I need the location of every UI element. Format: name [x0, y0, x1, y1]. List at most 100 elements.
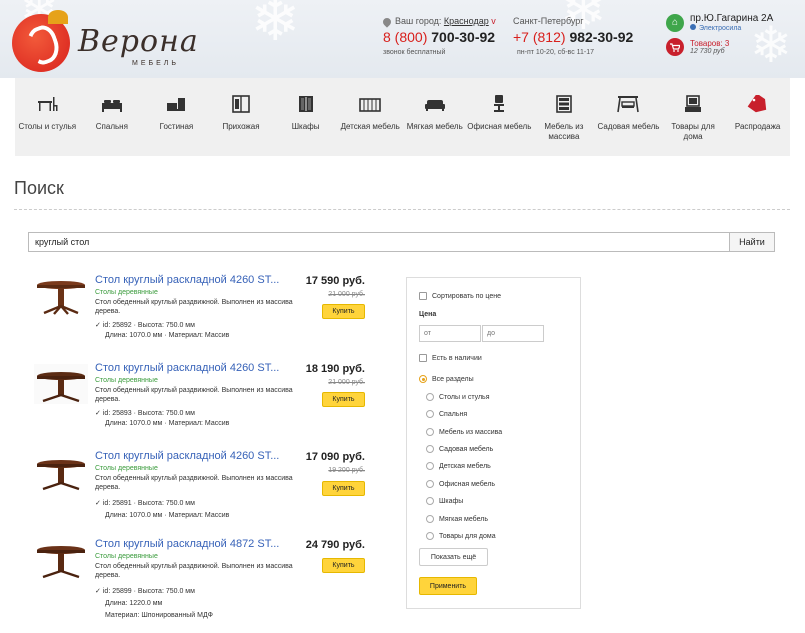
product-specs: Длина: 1070.0 мм · Материал: Массив [105, 420, 230, 427]
section-radio[interactable]: Шкафы [426, 497, 463, 505]
product-old-price: 19 200 руб. [328, 467, 365, 474]
product-title-link[interactable]: Стол круглый раскладной 4260 ST... [95, 450, 279, 462]
bed-icon [101, 100, 122, 112]
price-to-input[interactable] [482, 325, 544, 342]
product-specs: ✓ id: 25899 · Высота: 750.0 мм [95, 588, 195, 595]
city-selector: Ваш город: Краснодар v [381, 15, 496, 28]
nav-item-hallway[interactable]: Прихожая [209, 78, 274, 156]
check-icon: ✓ [95, 500, 101, 507]
cart-summary[interactable]: Товаров: 3 12 730 руб [666, 38, 773, 56]
radio[interactable] [426, 532, 434, 540]
radio[interactable] [426, 428, 434, 436]
nav-item-cabinets[interactable]: Шкафы [273, 78, 338, 156]
section-radio[interactable]: Детская мебель [426, 462, 491, 470]
nav-item-tables-chairs[interactable]: Столы и стулья [15, 78, 80, 156]
nav-item-sale[interactable]: Распродажа [725, 78, 790, 156]
apply-filter-button[interactable]: Применить [419, 577, 477, 595]
metro-icon [690, 24, 696, 30]
show-more-button[interactable]: Показать ещё [419, 548, 488, 566]
section-radio[interactable]: Офисная мебель [426, 480, 495, 488]
nav-item-office[interactable]: Офисная мебель [467, 78, 532, 156]
price-from-input[interactable] [419, 325, 481, 342]
logo-santa-hat [48, 10, 68, 24]
product-specs: ✓ id: 25893 · Высота: 750.0 мм [95, 410, 195, 417]
product-category[interactable]: Столы деревянные [95, 465, 158, 472]
section-radio[interactable]: Мягкая мебель [426, 515, 488, 523]
phone-block-spb: Санкт-Петербург +7 (812) 982-30-92 пн-пт… [513, 16, 633, 56]
product-old-price: 21 000 руб. [328, 291, 365, 298]
section-radio[interactable]: Столы и стулья [426, 393, 490, 401]
buy-button[interactable]: Купить [322, 392, 365, 407]
radio[interactable] [426, 480, 434, 488]
product-description: Стол обеденный круглый раздвижной. Выпол… [95, 475, 293, 491]
section-radio[interactable]: Спальня [426, 410, 467, 418]
product-image[interactable] [34, 364, 88, 404]
section-radio[interactable]: Товары для дома [426, 532, 496, 540]
city-link[interactable]: Краснодар [444, 16, 489, 26]
radio[interactable] [426, 445, 434, 453]
phone-spb[interactable]: +7 (812) 982-30-92 [513, 29, 633, 45]
product-image[interactable] [34, 276, 88, 316]
nav-item-solid-wood[interactable]: Мебель из массива [532, 78, 597, 156]
garden-swing-icon [617, 96, 640, 113]
search-result-item: Стол круглый раскладной 4260 ST... Столы… [30, 274, 370, 354]
product-description: Стол обеденный круглый раздвижной. Выпол… [95, 563, 293, 579]
product-category[interactable]: Столы деревянные [95, 377, 158, 384]
radio[interactable] [426, 462, 434, 470]
search-result-item: Стол круглый раскладной 4260 ST... Столы… [30, 450, 370, 530]
phone-federal[interactable]: 8 (800) 700-30-92 [383, 29, 496, 45]
nav-item-soft[interactable]: Мягкая мебель [402, 78, 467, 156]
product-price: 18 190 руб. [305, 363, 365, 375]
search-button[interactable]: Найти [729, 232, 775, 252]
cart-icon [666, 38, 684, 56]
home-goods-icon [685, 95, 702, 112]
couch-icon [424, 100, 445, 111]
phone-block-moscow: Ваш город: Краснодар v 8 (800) 700-30-92… [381, 15, 496, 56]
sofa-icon [167, 98, 186, 111]
radio[interactable] [426, 410, 434, 418]
in-stock-checkbox[interactable]: Есть в наличии [419, 354, 482, 362]
section-radio[interactable]: Садовая мебель [426, 445, 493, 453]
product-image[interactable] [34, 540, 88, 580]
working-hours: пн-пт 10-20, сб-вс 11-17 [517, 49, 595, 56]
nav-item-kids[interactable]: Детская мебель [338, 78, 403, 156]
product-price: 17 590 руб. [305, 275, 365, 287]
radio[interactable] [426, 497, 434, 505]
nav-item-home-goods[interactable]: Товары для дома [661, 78, 726, 156]
buy-button[interactable]: Купить [322, 481, 365, 496]
store-address[interactable]: ⌂ пр.Ю.Гагарина 2А Электросила [666, 13, 773, 32]
site-header: ❄ ❄ ❄ ❄ Верона МЕБЕЛЬ Ваш город: Краснод… [0, 0, 805, 78]
buy-button[interactable]: Купить [322, 304, 365, 319]
logo-subtitle: МЕБЕЛЬ [132, 60, 179, 67]
phone-note: звонок бесплатный [383, 49, 446, 56]
product-title-link[interactable]: Стол круглый раскладной 4872 ST... [95, 538, 279, 550]
site-logo[interactable]: Верона МЕБЕЛЬ [12, 10, 198, 72]
nav-item-living-room[interactable]: Гостиная [144, 78, 209, 156]
check-icon: ✓ [95, 322, 101, 329]
product-title-link[interactable]: Стол круглый раскладной 4260 ST... [95, 362, 279, 374]
check-icon: ✓ [95, 410, 101, 417]
product-category[interactable]: Столы деревянные [95, 289, 158, 296]
section-radio-all[interactable]: Все разделы [419, 375, 474, 383]
product-title-link[interactable]: Стол круглый раскладной 4260 ST... [95, 274, 279, 286]
cabinet-icon [298, 96, 313, 112]
nav-item-garden[interactable]: Садовая мебель [596, 78, 661, 156]
checkbox[interactable] [419, 354, 427, 362]
office-chair-icon [494, 95, 505, 112]
radio-selected[interactable] [419, 375, 427, 383]
radio[interactable] [426, 393, 434, 401]
checkbox[interactable] [419, 292, 427, 300]
home-icon: ⌂ [666, 13, 684, 32]
location-pin-icon [381, 15, 393, 28]
product-image[interactable] [34, 452, 88, 492]
section-radio[interactable]: Мебель из массива [426, 428, 502, 436]
product-category[interactable]: Столы деревянные [95, 553, 158, 560]
sort-by-price-checkbox[interactable]: Сортировать по цене [419, 292, 501, 300]
table-chair-icon [38, 97, 58, 111]
radio[interactable] [426, 515, 434, 523]
chevron-down-icon[interactable]: v [491, 16, 496, 26]
search-input[interactable] [28, 232, 730, 252]
header-right-info: ⌂ пр.Ю.Гагарина 2А Электросила Товаров: … [666, 13, 773, 62]
nav-item-bedroom[interactable]: Спальня [80, 78, 145, 156]
buy-button[interactable]: Купить [322, 558, 365, 573]
